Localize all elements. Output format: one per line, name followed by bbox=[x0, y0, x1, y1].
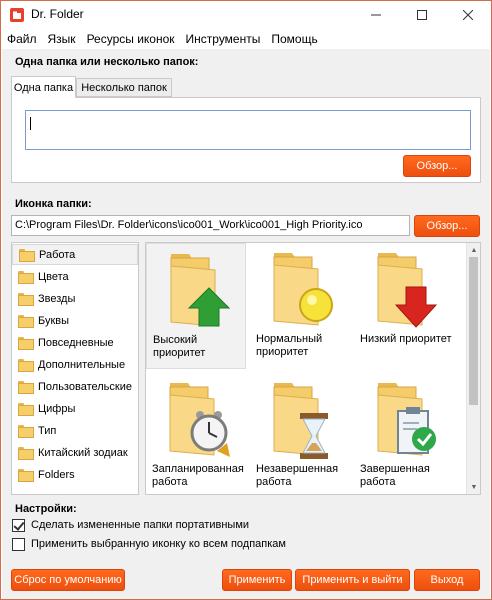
icon-tile[interactable]: Высокий приоритет bbox=[146, 243, 246, 369]
portable-option[interactable]: Сделать измененные папки портативными bbox=[12, 517, 249, 533]
scroll-up-icon[interactable]: ▲ bbox=[467, 243, 480, 257]
subfolders-checkbox[interactable] bbox=[12, 537, 25, 551]
category-label: Цвета bbox=[38, 270, 69, 283]
menu-help[interactable]: Помощь bbox=[271, 32, 317, 46]
folder-path-input[interactable] bbox=[25, 110, 471, 150]
icon-browse-button[interactable]: Обзор... bbox=[414, 215, 480, 237]
close-icon bbox=[463, 10, 473, 20]
category-label: Буквы bbox=[38, 314, 70, 327]
folder-icon bbox=[18, 469, 34, 482]
app-logo-icon bbox=[10, 8, 24, 22]
portable-option-label: Сделать измененные папки портативными bbox=[31, 519, 250, 531]
icon-tile[interactable]: Завершенная работа bbox=[354, 373, 454, 494]
icon-tile[interactable]: Нормальный приоритет bbox=[250, 243, 350, 369]
folder-icon bbox=[18, 337, 34, 350]
category-label: Китайский зодиак bbox=[38, 446, 128, 459]
icon-label: Низкий приоритет bbox=[360, 333, 452, 345]
tab-multiple-folders[interactable]: Несколько папок bbox=[76, 78, 172, 97]
menu-tools[interactable]: Инструменты bbox=[186, 32, 261, 46]
icon-path-input[interactable]: C:\Program Files\Dr. Folder\icons\ico001… bbox=[11, 215, 410, 236]
close-button[interactable] bbox=[445, 1, 491, 29]
category-label: Пользовательские bbox=[38, 380, 132, 393]
folder-icon bbox=[18, 271, 34, 284]
category-label: Тип bbox=[38, 424, 57, 437]
folder-hourglass-icon bbox=[273, 383, 328, 459]
icon-label: Нормальный приоритет bbox=[256, 333, 323, 358]
reset-defaults-button[interactable]: Сброс по умолчанию bbox=[11, 569, 125, 591]
category-item[interactable]: Повседневные bbox=[12, 332, 138, 353]
category-list: Работа Цвета Звезды Буквы Повседневные Д… bbox=[11, 242, 139, 495]
folder-icon bbox=[18, 315, 34, 328]
folder-green-arrow-up-icon bbox=[170, 254, 231, 327]
icon-section-label: Иконка папки: bbox=[15, 198, 92, 210]
menu-icon-resources[interactable]: Ресурсы иконок bbox=[87, 32, 175, 46]
title-bar[interactable]: Dr. Folder bbox=[1, 1, 491, 29]
folder-clipboard-check-icon bbox=[377, 383, 436, 456]
category-label: Работа bbox=[39, 248, 76, 261]
maximize-button[interactable] bbox=[399, 1, 445, 29]
folder-browse-button[interactable]: Обзор... bbox=[403, 155, 471, 177]
icon-grid: Высокий приоритет Нормальный приоритет Н… bbox=[145, 242, 481, 495]
category-item[interactable]: Дополнительные bbox=[12, 354, 138, 375]
icon-tile[interactable]: Запланированная работа bbox=[146, 373, 246, 494]
settings-label: Настройки: bbox=[15, 503, 77, 515]
portable-checkbox[interactable] bbox=[12, 518, 25, 532]
folder-alarm-clock-icon bbox=[169, 383, 230, 457]
minimize-icon bbox=[371, 14, 381, 16]
folder-red-arrow-down-icon bbox=[377, 253, 438, 328]
folder-icon bbox=[18, 381, 34, 394]
icon-tile[interactable]: Незавершенная работа bbox=[250, 373, 350, 494]
icon-label: Высокий приоритет bbox=[153, 334, 206, 359]
folder-icon bbox=[19, 249, 35, 262]
text-caret bbox=[30, 117, 31, 130]
category-label: Повседневные bbox=[38, 336, 114, 349]
category-label: Дополнительные bbox=[38, 358, 126, 371]
folder-icon bbox=[18, 293, 34, 306]
category-label: Цифры bbox=[38, 402, 76, 415]
single-folder-panel: Обзор... bbox=[11, 97, 481, 183]
subfolders-option-label: Применить выбранную иконку ко всем подпа… bbox=[31, 538, 286, 550]
scroll-down-icon[interactable]: ▼ bbox=[467, 480, 480, 494]
category-item[interactable]: Работа bbox=[12, 244, 138, 265]
folder-icon bbox=[18, 447, 34, 460]
icon-grid-scrollbar[interactable]: ▲ ▼ bbox=[466, 243, 480, 494]
app-window: Dr. Folder Файл Язык Ресурсы иконок Инст… bbox=[0, 0, 492, 600]
category-item[interactable]: Звезды bbox=[12, 288, 138, 309]
exit-button[interactable]: Выход bbox=[414, 569, 480, 591]
category-item[interactable]: Пользовательские bbox=[12, 376, 138, 397]
folder-yellow-circle-icon bbox=[273, 253, 333, 326]
apply-button[interactable]: Применить bbox=[222, 569, 292, 591]
category-label: Звезды bbox=[38, 292, 76, 305]
folder-icon bbox=[18, 425, 34, 438]
category-item[interactable]: Цвета bbox=[12, 266, 138, 287]
tab-single-folder[interactable]: Одна папка bbox=[11, 76, 76, 98]
window-title: Dr. Folder bbox=[31, 7, 84, 21]
category-item[interactable]: Цифры bbox=[12, 398, 138, 419]
folder-icon bbox=[18, 359, 34, 372]
maximize-icon bbox=[417, 10, 427, 20]
icon-label: Запланированная работа bbox=[152, 463, 244, 488]
category-label: Folders bbox=[38, 468, 75, 481]
subfolders-option[interactable]: Применить выбранную иконку ко всем подпа… bbox=[12, 536, 286, 552]
folder-icon bbox=[18, 403, 34, 416]
scroll-thumb[interactable] bbox=[469, 257, 478, 405]
menu-bar: Файл Язык Ресурсы иконок Инструменты Пом… bbox=[1, 29, 491, 49]
icon-tile[interactable]: Низкий приоритет bbox=[354, 243, 454, 369]
main-content: Одна папка или несколько папок: Одна пап… bbox=[2, 49, 490, 599]
category-item[interactable]: Тип bbox=[12, 420, 138, 441]
menu-file[interactable]: Файл bbox=[7, 32, 37, 46]
folder-section-label: Одна папка или несколько папок: bbox=[15, 56, 199, 68]
category-item[interactable]: Folders bbox=[12, 464, 138, 485]
category-item[interactable]: Китайский зодиак bbox=[12, 442, 138, 463]
menu-language[interactable]: Язык bbox=[48, 32, 76, 46]
icon-label: Незавершенная работа bbox=[256, 463, 339, 488]
apply-and-exit-button[interactable]: Применить и выйти bbox=[295, 569, 410, 591]
icon-label: Завершенная работа bbox=[360, 463, 430, 488]
category-item[interactable]: Буквы bbox=[12, 310, 138, 331]
minimize-button[interactable] bbox=[353, 1, 399, 29]
